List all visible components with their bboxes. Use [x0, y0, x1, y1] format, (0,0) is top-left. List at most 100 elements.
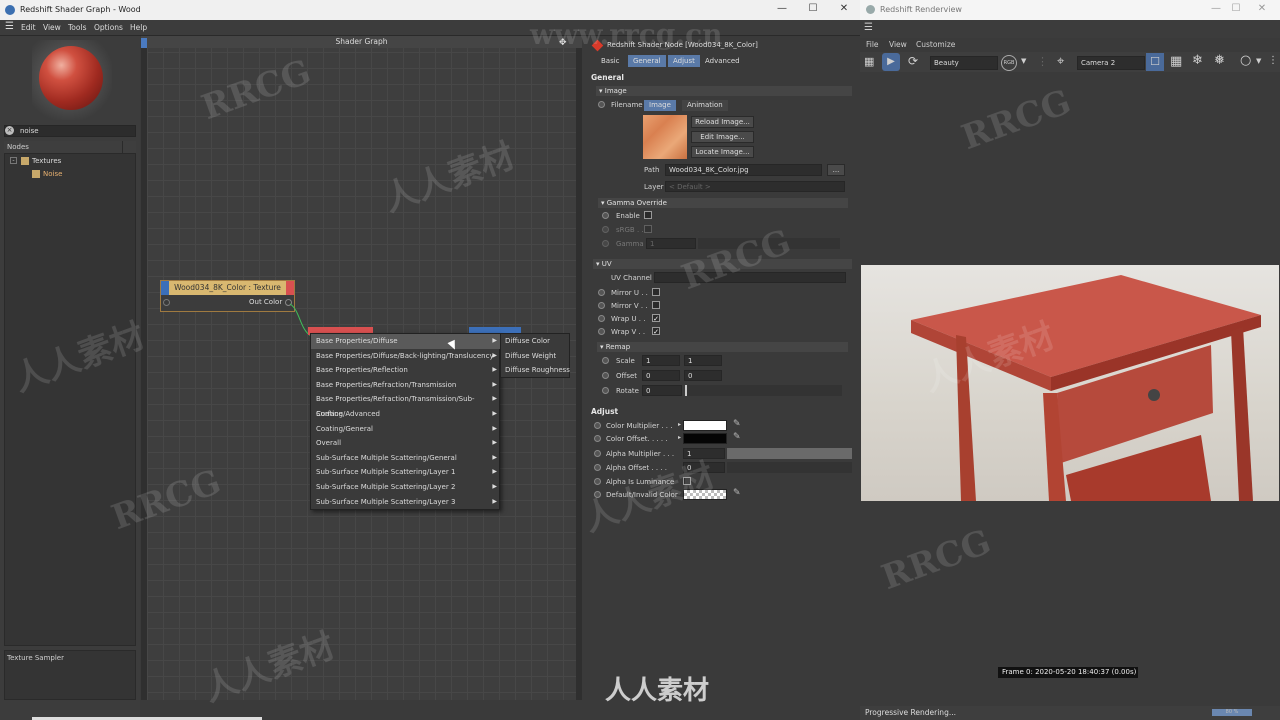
tab-basic[interactable]: Basic	[596, 55, 625, 67]
alpha-offset-field[interactable]: 0	[683, 462, 725, 473]
alpha-luminance-radio[interactable]	[594, 478, 601, 485]
wrap-v-checkbox[interactable]: ✓	[652, 327, 660, 336]
menu-customize[interactable]: Customize	[916, 40, 955, 49]
rotate-slider-handle[interactable]	[685, 385, 687, 396]
enable-checkbox[interactable]	[644, 211, 652, 219]
context-menu-item[interactable]: Sub-Surface Multiple Scattering/Layer 2 ▶	[311, 480, 501, 495]
close-icon[interactable]: ✕	[1252, 3, 1272, 14]
mirror-u-checkbox[interactable]	[652, 288, 660, 296]
submenu-item[interactable]: Diffuse Color	[501, 334, 571, 349]
alpha-offset-slider[interactable]	[727, 462, 852, 473]
tab-adjust[interactable]: Adjust	[668, 55, 700, 67]
context-menu-item[interactable]: Sub-Surface Multiple Scattering/Layer 3 ▶	[311, 495, 501, 510]
wrap-u-checkbox[interactable]: ✓	[652, 314, 660, 323]
default-color-swatch[interactable]	[683, 489, 727, 500]
mirror-v-checkbox[interactable]	[652, 301, 660, 309]
offset-y-field[interactable]: 0	[684, 370, 722, 381]
menu-view[interactable]: View	[889, 40, 907, 49]
maximize-icon[interactable]: ☐	[803, 3, 823, 14]
locate-image-button[interactable]: Locate Image...	[691, 146, 754, 158]
play-icon[interactable]: ▶	[882, 53, 900, 71]
submenu-item[interactable]: Diffuse Weight	[501, 349, 571, 364]
expand-arrow-icon[interactable]: ▸	[678, 421, 681, 428]
snowflake-icon[interactable]: ❄	[1192, 53, 1203, 68]
group-remap[interactable]: ▾ Remap	[597, 342, 848, 352]
context-menu-item[interactable]: Sub-Surface Multiple Scattering/Layer 1 ▶	[311, 465, 501, 480]
wrap-u-radio[interactable]	[598, 315, 605, 322]
group-image[interactable]: ▾ Image	[596, 86, 852, 96]
crop-icon[interactable]: ⌖	[1057, 54, 1064, 69]
context-menu-item[interactable]: Coating/Advanced ▶	[311, 407, 501, 422]
circle-icon[interactable]: ○	[1240, 53, 1251, 68]
camera-select[interactable]: Camera 2	[1077, 56, 1145, 70]
path-field[interactable]: Wood034_8K_Color.jpg	[665, 164, 822, 176]
tab-advanced[interactable]: Advanced	[700, 55, 745, 67]
chevron-down-icon[interactable]: ▼	[1256, 57, 1261, 65]
tab-animation[interactable]: Animation	[682, 100, 728, 111]
layer-select[interactable]: < Default >	[665, 181, 845, 192]
alpha-multiplier-slider[interactable]	[727, 448, 852, 459]
scale-y-field[interactable]: 1	[684, 355, 722, 366]
color-multiplier-swatch[interactable]	[683, 420, 727, 431]
lock-icon[interactable]: ☐	[1146, 53, 1164, 71]
refresh-icon[interactable]: ⟳	[908, 54, 918, 68]
mirror-v-radio[interactable]	[598, 302, 605, 309]
minimize-icon[interactable]: —	[772, 3, 792, 14]
maximize-icon[interactable]: ☐	[1226, 3, 1246, 14]
texture-node-header[interactable]: Wood034_8K_Color : Texture	[161, 281, 294, 295]
offset-x-field[interactable]: 0	[642, 370, 680, 381]
chevron-down-icon[interactable]: ▼	[1021, 57, 1026, 65]
rotate-slider[interactable]	[685, 385, 842, 396]
aov-select[interactable]: Beauty	[930, 56, 998, 70]
hamburger-icon[interactable]: ☰	[864, 22, 873, 33]
clear-search-icon[interactable]: ×	[5, 126, 14, 135]
context-menu-item[interactable]: Base Properties/Reflection ▶	[311, 363, 501, 378]
reload-image-button[interactable]: Reload Image...	[691, 116, 754, 128]
clapper-icon[interactable]: ▦	[864, 55, 874, 68]
minimize-icon[interactable]: —	[1206, 3, 1226, 14]
menu-view[interactable]: View	[43, 23, 61, 32]
uv-channel-field[interactable]	[654, 272, 846, 283]
rgb-icon[interactable]: RGB	[1001, 55, 1017, 71]
eyedropper-icon[interactable]: ✎	[733, 432, 741, 442]
context-menu-item[interactable]: Base Properties/Diffuse ▶	[311, 334, 501, 349]
browse-path-button[interactable]: ...	[827, 164, 845, 176]
submenu-item[interactable]: Diffuse Roughness	[501, 363, 571, 378]
group-gamma-override[interactable]: ▾ Gamma Override	[598, 198, 848, 208]
color-offset-radio[interactable]	[594, 435, 601, 442]
context-menu-item[interactable]: Overall ▶	[311, 436, 501, 451]
move-icon[interactable]: ✥	[559, 38, 567, 48]
context-menu-item[interactable]: Base Properties/Diffuse/Back-lighting/Tr…	[311, 349, 501, 364]
mirror-u-radio[interactable]	[598, 289, 605, 296]
eyedropper-icon[interactable]: ✎	[733, 419, 741, 429]
context-menu-item[interactable]: Sub-Surface Multiple Scattering/General ▶	[311, 451, 501, 466]
collapse-icon[interactable]: -	[10, 157, 17, 164]
scale-x-field[interactable]: 1	[642, 355, 680, 366]
menu-edit[interactable]: Edit	[21, 23, 36, 32]
color-offset-swatch[interactable]	[683, 433, 727, 444]
menu-help[interactable]: Help	[130, 23, 147, 32]
edit-image-button[interactable]: Edit Image...	[691, 131, 754, 143]
context-menu-item[interactable]: Coating/General ▶	[311, 422, 501, 437]
scale-radio[interactable]	[602, 357, 609, 364]
grid-icon[interactable]: ▦	[1170, 54, 1182, 69]
enable-radio[interactable]	[602, 212, 609, 219]
group-uv[interactable]: ▾ UV	[593, 259, 852, 269]
menu-options[interactable]: Options	[94, 23, 123, 32]
hamburger-icon[interactable]: ☰	[5, 21, 14, 32]
snowflake-settings-icon[interactable]: ❅	[1214, 53, 1225, 68]
tab-image[interactable]: Image	[644, 100, 676, 111]
grid-dots-icon[interactable]: ⋮	[1037, 55, 1048, 68]
context-menu-item[interactable]: Base Properties/Refraction/Transmission ▶	[311, 378, 501, 393]
node-input-port[interactable]	[163, 299, 170, 306]
default-color-radio[interactable]	[594, 491, 601, 498]
filename-radio[interactable]	[598, 101, 605, 108]
expand-arrow-icon[interactable]: ▸	[678, 434, 681, 441]
alpha-multiplier-field[interactable]: 1	[683, 448, 725, 459]
offset-radio[interactable]	[602, 372, 609, 379]
rotate-field[interactable]: 0	[642, 385, 682, 396]
alpha-luminance-checkbox[interactable]	[683, 477, 691, 485]
tab-general[interactable]: General	[628, 55, 666, 67]
rotate-radio[interactable]	[602, 387, 609, 394]
menu-tools[interactable]: Tools	[68, 23, 86, 32]
